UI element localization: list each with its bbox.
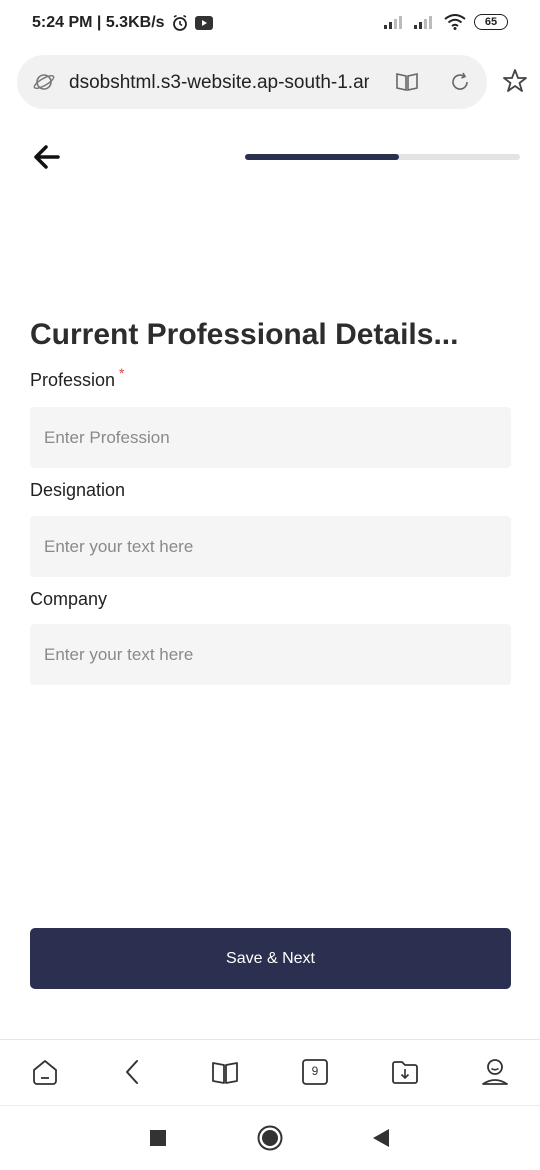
- page-title: Current Professional Details...: [30, 318, 459, 351]
- form-progress-fill: [245, 154, 399, 160]
- status-bar: 5:24 PM | 5.3KB/s 65: [0, 0, 540, 48]
- profession-label: Profession *: [30, 365, 125, 391]
- url-bar[interactable]: dsobshtml.s3-website.ap-south-1.amazonaw…: [17, 55, 487, 109]
- designation-input[interactable]: [30, 516, 511, 577]
- reload-icon[interactable]: [449, 71, 471, 93]
- url-text[interactable]: dsobshtml.s3-website.ap-south-1.amazonaw…: [69, 72, 369, 94]
- recents-square-icon[interactable]: [149, 1129, 167, 1147]
- wifi-icon: [444, 14, 466, 30]
- company-label: Company: [30, 589, 108, 609]
- tabs-count: 9: [311, 1064, 319, 1078]
- profession-input[interactable]: [30, 407, 511, 468]
- browser-back-icon[interactable]: [118, 1057, 148, 1087]
- toolbar-divider: [0, 1039, 540, 1040]
- back-arrow-icon[interactable]: [30, 140, 64, 174]
- site-globe-icon: [33, 74, 55, 90]
- media-play-icon: [194, 16, 213, 30]
- status-time: 5:24 PM | 5.3KB/s: [32, 14, 165, 31]
- save-next-button[interactable]: Save & Next: [30, 928, 511, 989]
- reader-mode-icon[interactable]: [395, 71, 419, 93]
- tabs-button[interactable]: 9: [300, 1057, 330, 1087]
- nav-back-triangle-icon[interactable]: [372, 1128, 390, 1148]
- required-marker: *: [119, 365, 125, 381]
- profile-icon[interactable]: [480, 1057, 510, 1087]
- alarm-icon: [172, 14, 187, 31]
- bookmark-star-icon[interactable]: [502, 68, 528, 94]
- company-input[interactable]: [30, 624, 511, 685]
- signal-icon-2: [414, 16, 432, 29]
- bookmarks-icon[interactable]: [210, 1057, 240, 1087]
- designation-label: Designation: [30, 480, 126, 500]
- downloads-folder-icon[interactable]: [390, 1057, 420, 1087]
- status-left: 5:24 PM | 5.3KB/s: [32, 14, 213, 32]
- signal-icon: [384, 16, 402, 29]
- form-progress-bar: [245, 154, 520, 160]
- battery-indicator: 65: [474, 14, 508, 30]
- nav-divider: [0, 1105, 540, 1106]
- home-icon[interactable]: [30, 1057, 60, 1087]
- profession-label-text: Profession: [30, 370, 116, 390]
- home-circle-icon[interactable]: [256, 1124, 284, 1152]
- status-right: 65: [384, 14, 508, 30]
